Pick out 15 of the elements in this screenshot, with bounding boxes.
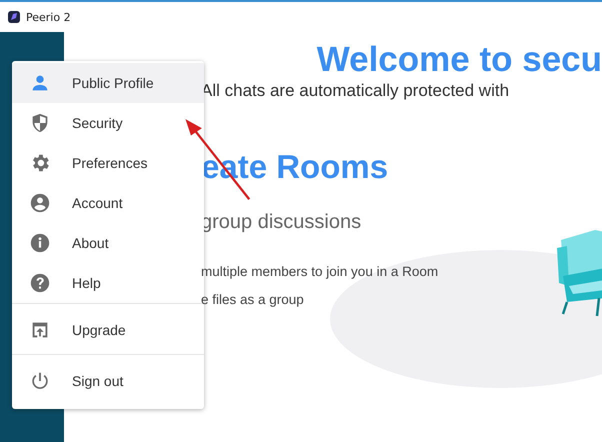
menu-item[interactable]: Preferences <box>12 143 204 183</box>
account-icon <box>29 192 51 214</box>
feature-text: multiple members to join you in a Room <box>201 263 438 281</box>
window-title: Peerio 2 <box>26 10 71 24</box>
menu-item[interactable]: Public Profile <box>12 63 204 103</box>
app-logo-icon <box>8 11 20 23</box>
info-icon <box>29 232 51 254</box>
feature-text: e files as a group <box>201 291 304 309</box>
menu-item[interactable]: Sign out <box>12 361 204 401</box>
menu-item[interactable]: About <box>12 223 204 263</box>
menu-item[interactable]: Security <box>12 103 204 143</box>
welcome-heading: Welcome to secu <box>316 40 602 80</box>
menu-item[interactable]: Upgrade <box>12 310 204 350</box>
help-icon <box>29 272 51 294</box>
menu-item[interactable]: Account <box>12 183 204 223</box>
